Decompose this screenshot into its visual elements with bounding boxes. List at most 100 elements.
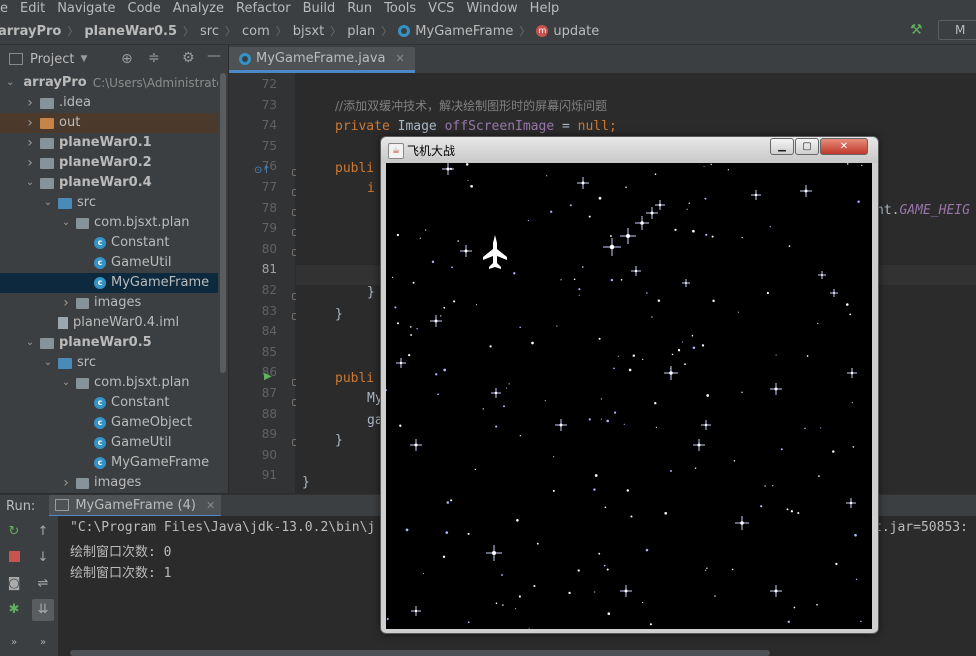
- collapse-all-icon[interactable]: ≑: [148, 50, 160, 66]
- chevron-down-icon[interactable]: ▼: [80, 54, 87, 64]
- star-dot: [733, 460, 736, 462]
- game-canvas[interactable]: [386, 163, 872, 629]
- menu-item-tools[interactable]: Tools: [378, 0, 422, 18]
- close-button[interactable]: ✕: [820, 138, 868, 155]
- breadcrumb-src[interactable]: src: [200, 24, 219, 39]
- tree-item[interactable]: ⌄ com.bjsxt.plan: [0, 213, 218, 233]
- tree-item[interactable]: ⌄ planeWar0.4: [0, 173, 218, 193]
- star-dot: [628, 368, 632, 372]
- menu-item-help[interactable]: Help: [524, 0, 566, 18]
- menu-item-e[interactable]: e: [0, 0, 14, 18]
- project-panel-title[interactable]: Project: [30, 52, 74, 67]
- tree-item[interactable]: ⌄ planeWar0.5: [0, 333, 218, 353]
- breadcrumb-com[interactable]: com: [242, 24, 270, 39]
- chevron-down-icon[interactable]: ⌄: [42, 193, 54, 213]
- tree-item[interactable]: ⌄ src: [0, 353, 218, 373]
- arrow-up-icon[interactable]: ↑: [36, 525, 50, 539]
- tree-item[interactable]: c Constant: [0, 393, 218, 413]
- sparkle-star: [830, 289, 838, 297]
- breadcrumb-plan[interactable]: plan: [347, 24, 375, 39]
- chevron-right-icon[interactable]: ›: [24, 113, 36, 133]
- project-tree-scrollbar[interactable]: [218, 73, 228, 493]
- line-number: 85: [261, 344, 277, 359]
- tree-item[interactable]: › .idea: [0, 93, 218, 113]
- tree-item[interactable]: c MyGameFrame: [0, 273, 218, 293]
- breadcrumb-separator: 〉: [330, 25, 342, 38]
- chevron-right-icon[interactable]: ›: [24, 153, 36, 173]
- maximize-button[interactable]: ▢: [795, 138, 819, 155]
- rerun-icon[interactable]: ↻: [7, 525, 21, 539]
- tree-item[interactable]: › planeWar0.1: [0, 133, 218, 153]
- tab-mygameframe-java[interactable]: MyGameFrame.java ✕: [229, 47, 415, 73]
- menu-item-edit[interactable]: Edit: [14, 0, 51, 18]
- hide-panel-icon[interactable]: —: [207, 48, 221, 64]
- menu-item-build[interactable]: Build: [297, 0, 342, 18]
- chevron-right-icon[interactable]: ›: [24, 93, 36, 113]
- soft-wrap-icon[interactable]: ⇌: [36, 577, 50, 591]
- tree-item[interactable]: › images: [0, 473, 218, 493]
- gear-icon[interactable]: ⚙: [182, 50, 195, 66]
- chevron-down-icon[interactable]: ⌄: [24, 333, 36, 353]
- run-tab[interactable]: MyGameFrame (4) ✕: [49, 495, 222, 517]
- tree-item[interactable]: c GameUtil: [0, 253, 218, 273]
- close-icon[interactable]: ✕: [396, 52, 405, 65]
- breadcrumb-bjsxt[interactable]: bjsxt: [293, 24, 324, 39]
- chevron-down-icon[interactable]: ⌄: [60, 373, 72, 393]
- menu-item-analyze[interactable]: Analyze: [167, 0, 230, 18]
- tree-item[interactable]: c GameUtil: [0, 433, 218, 453]
- tree-item[interactable]: ⌄ src: [0, 193, 218, 213]
- star-dot: [731, 568, 734, 571]
- more-icon[interactable]: »: [36, 636, 50, 650]
- close-icon[interactable]: ✕: [206, 499, 215, 512]
- minimize-button[interactable]: ▁: [770, 138, 794, 155]
- console-icon: [55, 499, 70, 511]
- tree-item[interactable]: › images: [0, 293, 218, 313]
- menu-item-window[interactable]: Window: [460, 0, 523, 18]
- run-gutter-icon[interactable]: ▶: [264, 371, 272, 382]
- tree-item[interactable]: planeWar0.4.iml: [0, 313, 218, 333]
- tree-item[interactable]: ⌄ com.bjsxt.plan: [0, 373, 218, 393]
- stop-icon[interactable]: [7, 551, 21, 565]
- chevron-down-icon[interactable]: ⌄: [24, 173, 36, 193]
- chevron-right-icon[interactable]: ›: [60, 473, 72, 493]
- run-config-selector[interactable]: M: [938, 20, 976, 40]
- sparkle-star: [396, 358, 406, 368]
- locate-target-icon[interactable]: ⊕: [121, 51, 133, 67]
- star-dot: [625, 186, 627, 189]
- tree-item[interactable]: › planeWar0.2: [0, 153, 218, 173]
- chevron-right-icon[interactable]: ›: [24, 133, 36, 153]
- arrow-down-icon[interactable]: ↓: [36, 551, 50, 565]
- breadcrumb-method[interactable]: update: [553, 24, 599, 39]
- menu-item-run[interactable]: Run: [341, 0, 378, 18]
- camera-icon[interactable]: ◙: [7, 577, 21, 591]
- menu-item-vcs[interactable]: VCS: [422, 0, 460, 18]
- console-horizontal-scrollbar[interactable]: [70, 650, 770, 656]
- override-marker-icon[interactable]: ⊙↑: [254, 165, 271, 176]
- chevron-down-icon[interactable]: ⌄: [6, 73, 14, 93]
- star-dot: [528, 627, 530, 629]
- settings-run-icon[interactable]: ✱: [7, 603, 21, 617]
- breadcrumb-module[interactable]: planeWar0.5: [84, 24, 177, 39]
- build-hammer-icon[interactable]: ⚒: [910, 22, 923, 38]
- star-dot: [806, 355, 809, 357]
- tree-item[interactable]: ⌄ arrayPro C:\Users\Administrato: [0, 73, 218, 93]
- game-window[interactable]: ☕ 飞机大战 ▁ ▢ ✕: [380, 136, 879, 634]
- menu-item-code[interactable]: Code: [122, 0, 167, 18]
- chevron-down-icon[interactable]: ⌄: [42, 353, 54, 373]
- menu-item-refactor[interactable]: Refactor: [230, 0, 297, 18]
- game-window-titlebar[interactable]: ☕ 飞机大战 ▁ ▢ ✕: [381, 137, 878, 163]
- more-icon[interactable]: »: [7, 636, 21, 650]
- class-icon: c: [94, 237, 106, 249]
- tree-item[interactable]: c MyGameFrame: [0, 453, 218, 473]
- scroll-to-end-icon[interactable]: ⇊: [32, 599, 54, 621]
- scrollbar-thumb[interactable]: [220, 73, 226, 373]
- tree-item[interactable]: › out: [0, 113, 218, 133]
- tree-item[interactable]: c Constant: [0, 233, 218, 253]
- tree-item[interactable]: c GameObject: [0, 413, 218, 433]
- chevron-down-icon[interactable]: ⌄: [60, 213, 72, 233]
- menu-item-navigate[interactable]: Navigate: [51, 0, 121, 18]
- breadcrumb-class[interactable]: MyGameFrame: [415, 24, 513, 39]
- star-dot: [620, 278, 623, 281]
- breadcrumb-project[interactable]: arrayPro: [0, 24, 61, 39]
- chevron-right-icon[interactable]: ›: [60, 293, 72, 313]
